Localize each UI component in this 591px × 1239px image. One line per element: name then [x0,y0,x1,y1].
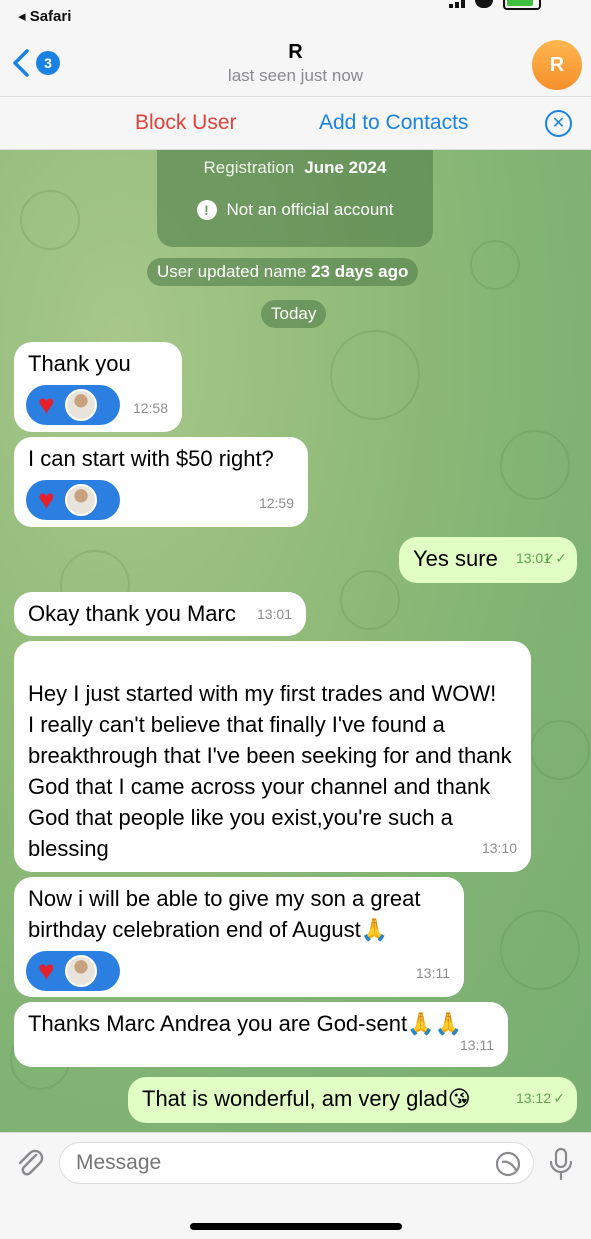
incoming-message[interactable]: Thanks Marc Andrea you are God-sent🙏🙏 13… [14,1002,508,1067]
message-time: 13:12 [515,1090,551,1106]
reactor-avatar [64,389,97,421]
chat-title-block[interactable]: R last seen just now [0,41,591,86]
block-user-button[interactable]: Block User [135,111,237,135]
attachment-icon[interactable] [14,1147,46,1179]
registration-label: Registration [203,158,295,177]
reaction-chip[interactable]: ♥ [26,951,120,991]
incoming-message[interactable]: Thank you ♥ 12:58 [14,342,182,432]
contact-avatar[interactable]: R [532,40,582,90]
contact-action-bar: Block User Add to Contacts ✕ [0,96,591,150]
message-time: 13:11 [416,965,450,981]
battery-icon [503,0,541,10]
chat-title: R [288,41,303,63]
message-time: 13:01 [256,606,292,622]
reaction-chip[interactable]: ♥ [26,385,120,425]
official-notice-text: Not an official account [226,200,394,219]
incoming-message[interactable]: I can start with $50 right? ♥ 12:59 [14,437,308,527]
message-time: 12:58 [132,400,168,416]
microphone-icon[interactable] [548,1147,574,1181]
message-input-bar [0,1132,591,1239]
sticker-icon[interactable] [494,1150,522,1178]
message-time: 12:59 [258,495,294,511]
wallpaper-doodle [20,190,80,250]
message-text: Thanks Marc Andrea you are God-sent🙏🙏 [28,1011,462,1036]
reactor-avatar [64,955,97,987]
account-info-card: Registration June 2024 ! Not an official … [157,150,433,247]
reaction-chip[interactable]: ♥ [26,480,120,520]
message-text: I can start with $50 right? [28,446,274,471]
status-bar: ◂ Safari [0,0,591,32]
back-to-app-link[interactable]: ◂ Safari [18,7,71,25]
double-check-icon: ✓✓ [543,550,567,566]
wallpaper-doodle [330,330,420,420]
status-icons [449,0,541,10]
name-update-prefix: User updated name [157,262,307,281]
chat-area[interactable]: Registration June 2024 ! Not an official … [0,150,591,1132]
heart-icon: ♥ [38,484,55,515]
incoming-message[interactable]: Now i will be able to give my son a grea… [14,877,464,997]
wifi-icon [475,0,493,8]
message-time: 13:11 [460,1037,494,1053]
message-text: Thank you [28,351,131,376]
registration-row: Registration June 2024 [157,158,433,178]
incoming-message[interactable]: Okay thank you Marc 13:01 [14,592,306,636]
date-divider: Today [261,300,327,328]
incoming-message[interactable]: Hey I just started with my first trades … [14,641,531,872]
home-indicator[interactable] [190,1223,402,1230]
message-text: Hey I just started with my first trades … [28,681,512,861]
wallpaper-doodle [530,720,590,780]
message-time: 13:10 [481,840,517,856]
wallpaper-doodle [340,570,400,630]
message-text: That is wonderful, am very glad😘 [142,1086,471,1111]
name-update-when: 23 days ago [311,262,409,281]
heart-icon: ♥ [38,389,55,420]
heart-icon: ♥ [38,955,55,986]
wallpaper-doodle [470,240,520,290]
outgoing-message[interactable]: That is wonderful, am very glad😘 13:12 ✓ [128,1077,577,1123]
registration-value: June 2024 [304,158,387,177]
reactor-avatar [64,484,97,516]
message-text: Now i will be able to give my son a grea… [28,886,421,942]
wallpaper-doodle [500,430,570,500]
message-text: Okay thank you Marc [28,601,236,626]
close-icon[interactable]: ✕ [545,110,572,137]
last-seen-status: last seen just now [227,66,364,85]
message-input[interactable] [59,1142,534,1184]
check-icon: ✓ [553,1090,565,1106]
outgoing-message[interactable]: Yes sure 13:01 ✓✓ [399,537,577,583]
name-update-notice: User updated name 23 days ago [147,258,419,286]
exclamation-icon: ! [196,200,217,220]
chat-header: 3 R last seen just now R [0,32,591,96]
signal-icon [449,0,465,8]
official-notice: ! Not an official account [157,200,433,220]
add-to-contacts-button[interactable]: Add to Contacts [319,111,468,135]
